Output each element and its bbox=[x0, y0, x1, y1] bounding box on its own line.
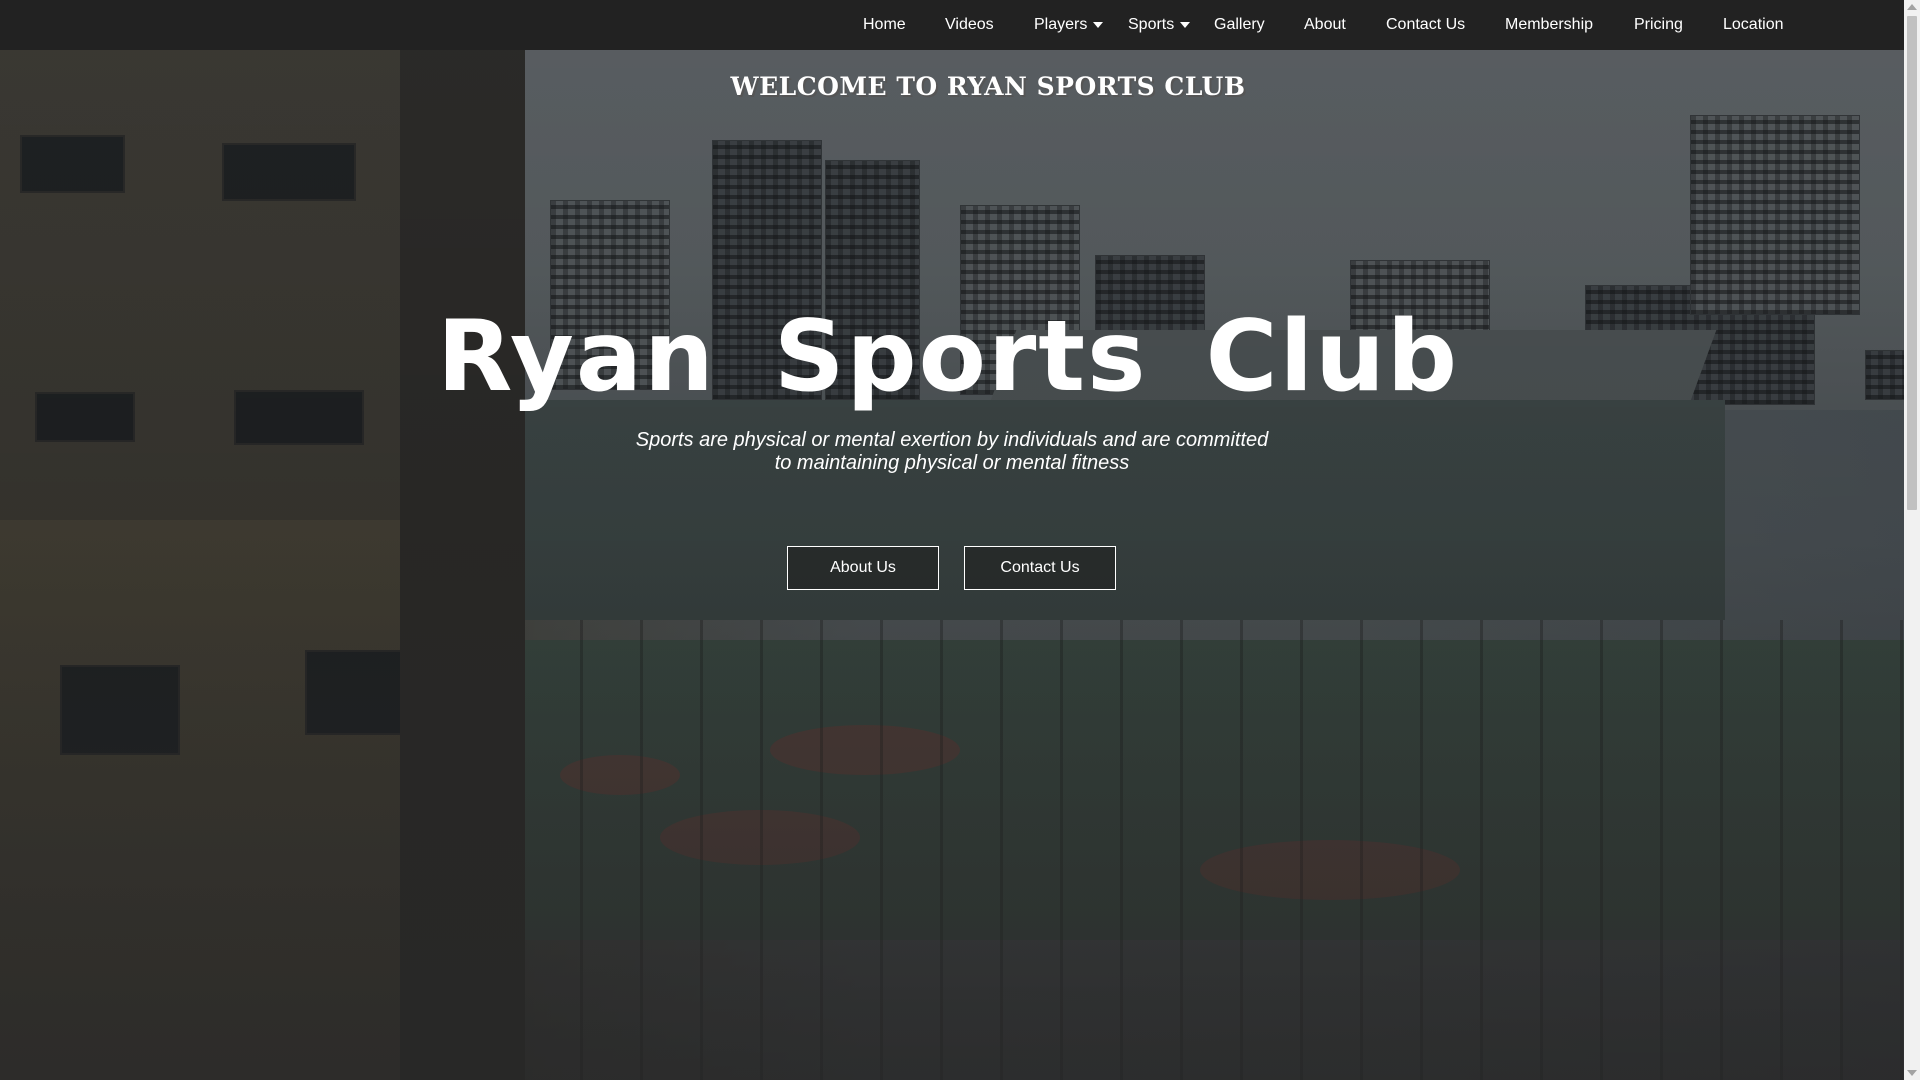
top-navbar: Home Videos Players Sports Gallery About… bbox=[0, 0, 1904, 50]
nav-membership-link[interactable]: Membership bbox=[1505, 0, 1593, 50]
nav-pricing-link[interactable]: Pricing bbox=[1634, 0, 1683, 50]
nav-sports-dropdown[interactable]: Sports bbox=[1128, 0, 1191, 50]
scrollbar-thumb[interactable] bbox=[1907, 16, 1917, 510]
nav-gallery-link[interactable]: Gallery bbox=[1214, 0, 1265, 50]
page: Home Videos Players Sports Gallery About… bbox=[0, 0, 1920, 1080]
scroll-down-arrow-icon[interactable] bbox=[1907, 1070, 1917, 1076]
hero-title: Ryan Sports Club bbox=[0, 300, 1904, 414]
hero-description-line-2: to maintaining physical or mental fitnes… bbox=[774, 452, 1130, 474]
welcome-heading: WELCOME TO RYAN SPORTS CLUB bbox=[730, 72, 1246, 101]
scroll-up-arrow-icon[interactable] bbox=[1907, 4, 1917, 10]
nav-menu: Home Videos Players Sports Gallery About… bbox=[0, 0, 1904, 50]
hero-description: Sports are physical or mental exertion b… bbox=[620, 429, 1284, 475]
hero-description-line-1: Sports are physical or mental exertion b… bbox=[635, 429, 1269, 451]
nav-videos-link[interactable]: Videos bbox=[945, 0, 994, 50]
nav-players-label: Players bbox=[1034, 16, 1088, 33]
hero-title-text: Ryan Sports Club bbox=[436, 300, 1460, 414]
chevron-down-icon bbox=[1093, 21, 1104, 28]
contact-us-button[interactable]: Contact Us bbox=[964, 546, 1116, 590]
nav-contact-link[interactable]: Contact Us bbox=[1386, 0, 1465, 50]
nav-sports-label: Sports bbox=[1128, 16, 1175, 33]
vertical-scrollbar[interactable] bbox=[1904, 0, 1920, 1080]
background-photo bbox=[0, 0, 1920, 1080]
chevron-down-icon bbox=[1180, 21, 1191, 28]
nav-players-dropdown[interactable]: Players bbox=[1034, 0, 1104, 50]
nav-about-link[interactable]: About bbox=[1304, 0, 1346, 50]
about-us-button[interactable]: About Us bbox=[787, 546, 939, 590]
nav-location-link[interactable]: Location bbox=[1723, 0, 1784, 50]
nav-home-link[interactable]: Home bbox=[863, 0, 906, 50]
